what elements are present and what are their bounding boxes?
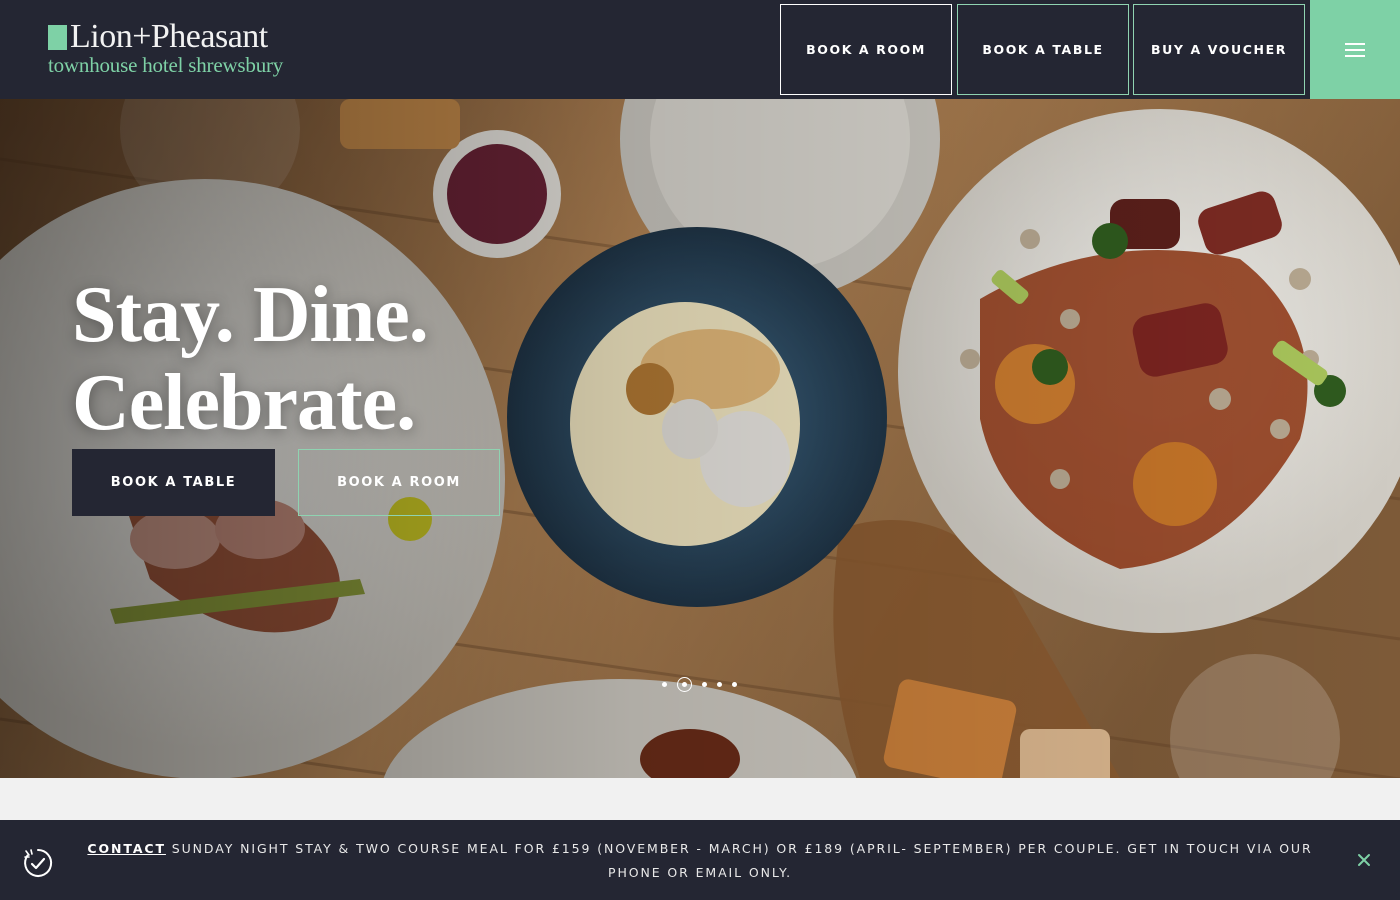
contact-link[interactable]: CONTACT [87,841,166,856]
slider-dot-3[interactable] [702,682,707,687]
offer-banner-text: CONTACT SUNDAY NIGHT STAY & TWO COURSE M… [72,837,1328,885]
hero-slider: Stay. Dine. Celebrate. BOOK A TABLE BOOK… [0,99,1400,778]
logo-wordmark: Lion+Pheasant [48,20,283,54]
slider-dot-1[interactable] [662,682,667,687]
logo-title: Lion+Pheasant [70,18,268,55]
offer-banner: CONTACT SUNDAY NIGHT STAY & TWO COURSE M… [0,820,1400,900]
offer-check-icon [24,848,53,877]
site-logo[interactable]: Lion+Pheasant townhouse hotel shrewsbury [48,20,284,77]
slider-dot-4[interactable] [717,682,722,687]
hero-heading-line-2: Celebrate. [72,359,416,447]
hero-book-a-table-button[interactable]: BOOK A TABLE [72,449,275,516]
site-header: Lion+Pheasant townhouse hotel shrewsbury… [0,0,1400,99]
slider-dot-2-active[interactable] [677,677,692,692]
slider-pagination [662,677,737,692]
offer-banner-message: SUNDAY NIGHT STAY & TWO COURSE MEAL FOR … [165,841,1313,880]
hamburger-icon [1345,42,1365,57]
nav-buy-a-voucher-button[interactable]: BUY A VOUCHER [1133,4,1305,95]
slider-dot-5[interactable] [732,682,737,687]
hero-heading: Stay. Dine. Celebrate. [72,271,429,447]
nav-book-a-table-button[interactable]: BOOK A TABLE [957,4,1129,95]
logo-subtitle: townhouse hotel shrewsbury [48,53,284,77]
menu-button[interactable] [1310,0,1400,99]
nav-book-a-room-button[interactable]: BOOK A ROOM [780,4,952,95]
hero-heading-line-1: Stay. Dine. [72,271,429,359]
logo-square-mark [48,24,67,50]
close-icon[interactable] [1355,851,1373,869]
hero-book-a-room-button[interactable]: BOOK A ROOM [298,449,500,516]
